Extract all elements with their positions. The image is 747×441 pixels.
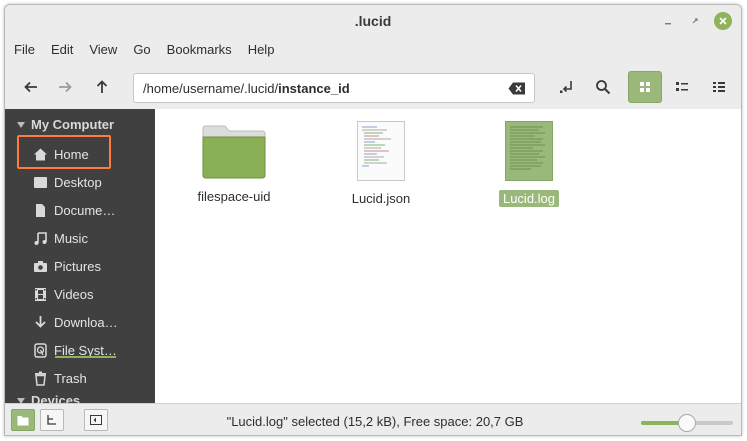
sidebar-item-label: Trash <box>54 370 87 386</box>
home-icon <box>33 147 48 162</box>
window-title: .lucid <box>354 13 392 29</box>
folder-icon <box>202 125 266 179</box>
section-my-computer-label: My Computer <box>31 117 115 132</box>
text-document-icon <box>505 121 553 181</box>
path-prefix: /home/username/.lucid/ <box>143 81 279 96</box>
file-view[interactable]: filespace-uid Lucid.json Lucid.log <box>155 109 741 403</box>
camera-icon <box>33 259 48 274</box>
location-bar[interactable]: /home/username/.lucid/instance_id <box>133 73 535 103</box>
grid-view-icon <box>640 82 650 92</box>
music-icon <box>33 231 48 246</box>
file-item-folder[interactable]: filespace-uid <box>174 123 294 205</box>
minimize-icon[interactable] <box>661 14 675 28</box>
back-button[interactable] <box>15 71 47 103</box>
backspace-icon[interactable] <box>508 82 526 95</box>
sidebar-item-trash[interactable]: Trash <box>33 368 87 388</box>
location-toggle-icon <box>560 81 572 93</box>
list-view-icon <box>676 82 688 91</box>
file-name: Lucid.json <box>351 191 411 206</box>
sidebar-item-label: Music <box>54 230 88 246</box>
sidebar-item-downloads[interactable]: Downloa… <box>33 312 118 332</box>
sidebar-item-label: Desktop <box>54 174 102 190</box>
sidebar-item-videos[interactable]: Videos <box>33 284 94 304</box>
sidebar-item-label: Docume… <box>54 202 116 218</box>
file-name: Lucid.log <box>498 190 560 207</box>
arrow-up-icon <box>96 80 108 93</box>
arrow-left-icon <box>24 81 37 93</box>
sidebar-item-documents[interactable]: Docume… <box>33 200 115 220</box>
trash-icon <box>33 371 48 386</box>
title-bar[interactable]: .lucid <box>5 5 741 37</box>
sidebar-item-music[interactable]: Music <box>33 228 88 248</box>
up-button[interactable] <box>86 71 118 103</box>
menu-help[interactable]: Help <box>240 39 283 61</box>
drive-icon <box>33 342 48 358</box>
menu-file[interactable]: File <box>5 39 43 61</box>
sidebar-item-label: Home <box>54 146 89 162</box>
status-bar: "Lucid.log" selected (15,2 kB), Free spa… <box>5 403 741 435</box>
document-icon <box>33 203 48 218</box>
zoom-slider[interactable] <box>641 414 733 432</box>
menu-edit[interactable]: Edit <box>43 39 81 61</box>
text-document-icon <box>357 121 405 181</box>
sidebar-item-label: Downloa… <box>54 314 118 330</box>
file-name: filespace-uid <box>197 189 271 204</box>
menu-bar: File Edit View Go Bookmarks Help <box>5 39 282 61</box>
location-path: /home/username/.lucid/instance_id <box>143 81 350 96</box>
grid-view-button[interactable] <box>628 71 662 103</box>
menu-go[interactable]: Go <box>125 39 158 61</box>
film-icon <box>33 287 48 302</box>
sidebar-item-label: Pictures <box>54 258 101 274</box>
sidebar-item-home[interactable]: Home <box>33 144 89 164</box>
arrow-right-icon <box>59 81 72 93</box>
file-item-json[interactable]: Lucid.json <box>321 121 441 207</box>
forward-button[interactable] <box>49 71 81 103</box>
sidebar: My Computer Home Desktop Docume… Music P… <box>5 109 155 403</box>
list-view-button[interactable] <box>665 71 699 103</box>
download-icon <box>33 315 48 330</box>
search-icon <box>596 80 611 95</box>
status-text: "Lucid.log" selected (15,2 kB), Free spa… <box>226 414 524 429</box>
file-item-log[interactable]: Lucid.log <box>469 121 589 207</box>
file-manager-window: .lucid File Edit View Go Bookmarks Help … <box>4 4 742 436</box>
close-icon[interactable] <box>714 12 732 30</box>
toolbar: /home/username/.lucid/instance_id <box>5 67 741 107</box>
section-my-computer[interactable]: My Computer <box>17 117 114 132</box>
sidebar-item-pictures[interactable]: Pictures <box>33 256 101 276</box>
path-current: instance_id <box>278 81 350 96</box>
compact-view-button[interactable] <box>702 71 736 103</box>
section-devices-label: Devices <box>31 393 81 403</box>
search-button[interactable] <box>587 71 619 103</box>
sidebar-item-label: Videos <box>54 286 94 302</box>
menu-view[interactable]: View <box>81 39 125 61</box>
chevron-down-icon <box>17 121 25 128</box>
section-devices[interactable]: Devices <box>17 393 80 403</box>
zoom-slider-handle[interactable] <box>678 414 696 432</box>
maximize-icon[interactable] <box>688 14 702 28</box>
menu-bookmarks[interactable]: Bookmarks <box>159 39 240 61</box>
location-toggle-button[interactable] <box>550 71 582 103</box>
compact-view-icon <box>713 82 725 92</box>
filesystem-usage-bar <box>55 356 116 358</box>
sidebar-item-desktop[interactable]: Desktop <box>33 172 102 192</box>
desktop-icon <box>33 175 48 190</box>
